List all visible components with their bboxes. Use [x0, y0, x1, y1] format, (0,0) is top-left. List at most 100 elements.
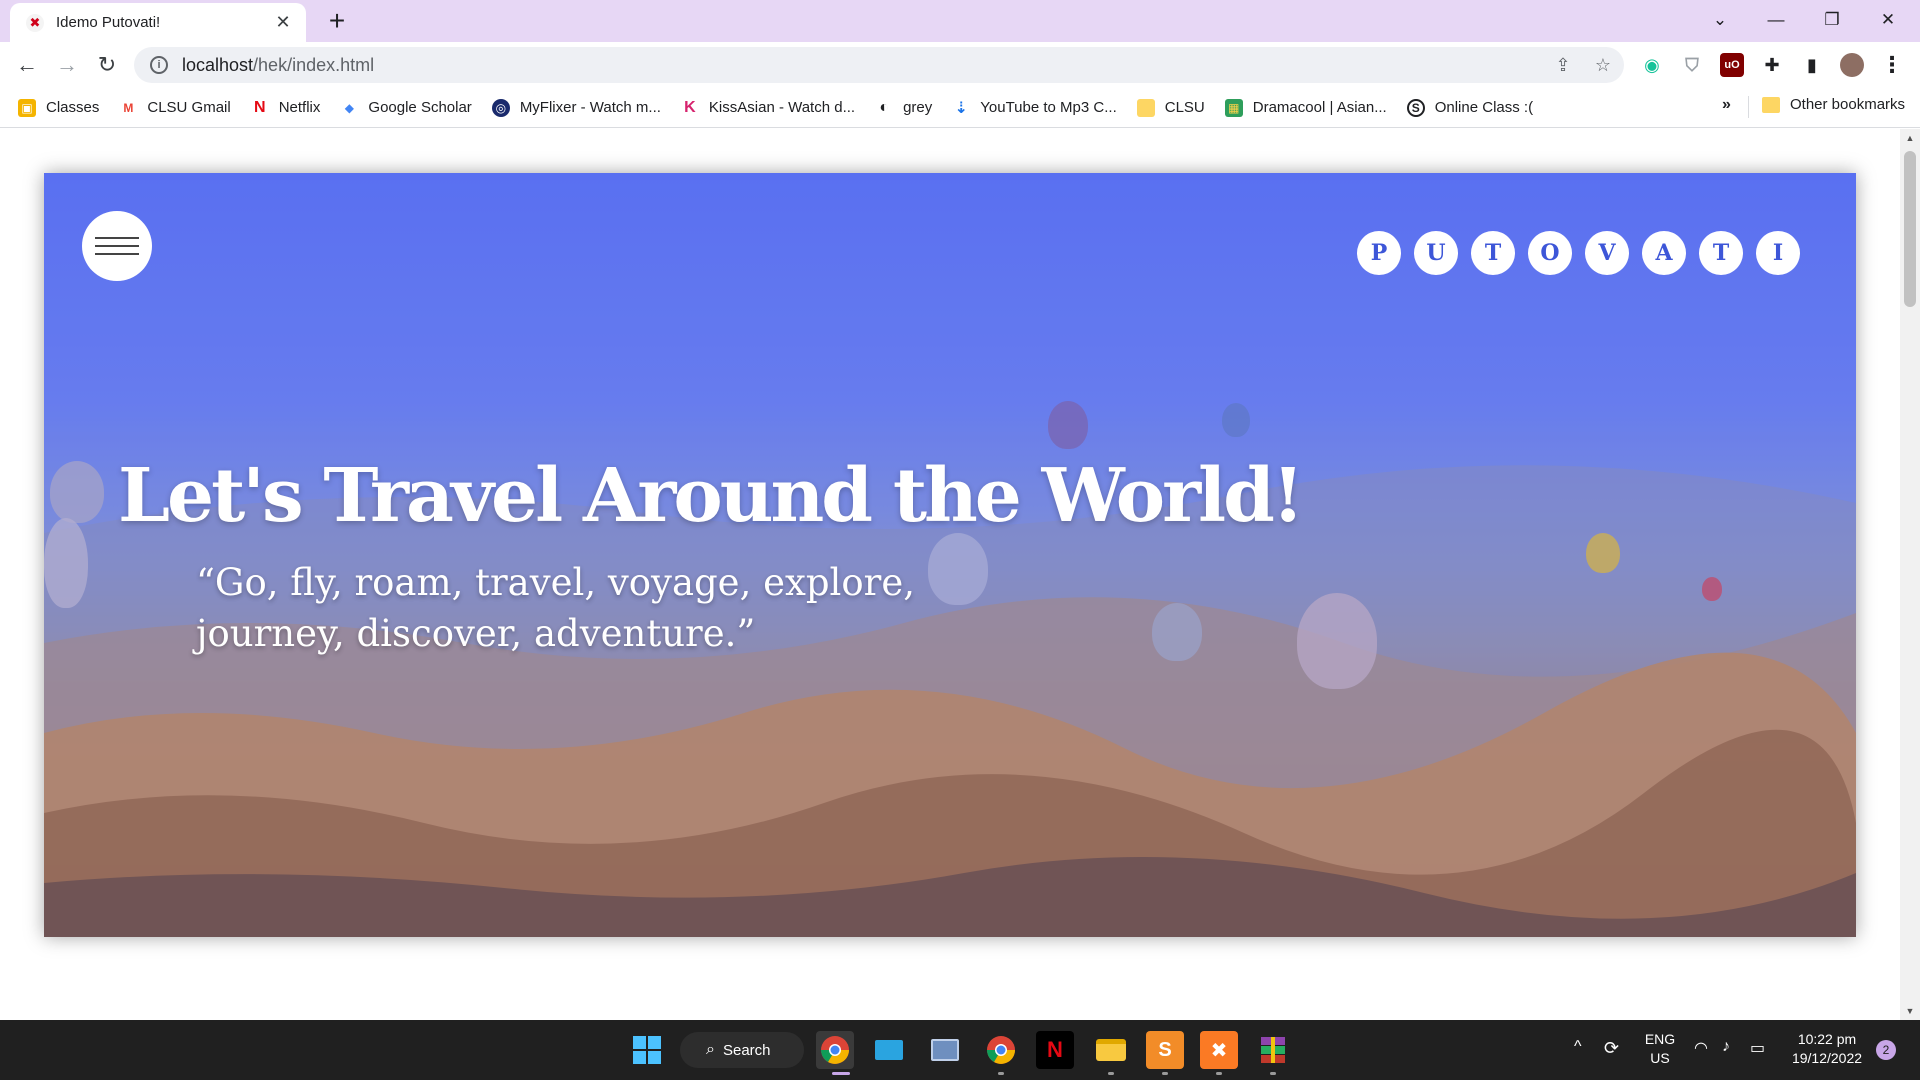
clock[interactable]: 10:22 pm 19/12/2022	[1782, 1030, 1872, 1068]
bookmark-netflix[interactable]: N Netflix	[251, 98, 321, 117]
dramacool-icon: ▦	[1224, 98, 1243, 117]
other-bookmarks-folder[interactable]: Other bookmarks	[1762, 96, 1905, 113]
logo-letter: T	[1471, 231, 1515, 275]
profile-avatar[interactable]	[1840, 53, 1864, 77]
scroll-up-arrow-icon[interactable]: ▲	[1900, 133, 1920, 143]
site-favicon-icon: ✖	[26, 13, 44, 32]
share-icon[interactable]: ⇪	[1552, 55, 1574, 76]
winrar-app-icon[interactable]	[1254, 1031, 1292, 1069]
address-bar[interactable]: i localhost/hek/index.html ⇪ ☆	[134, 47, 1624, 83]
gmail-icon: M	[123, 100, 134, 115]
grammarly-extension-icon[interactable]: ◉	[1640, 53, 1664, 77]
chrome-profile-app-icon[interactable]	[816, 1031, 854, 1069]
url-text[interactable]: localhost/hek/index.html	[182, 55, 374, 76]
taskbar-search-label: Search	[722, 1041, 771, 1059]
bookmark-label: Classes	[46, 99, 100, 116]
bookmark-label: CLSU	[1164, 99, 1205, 116]
minimize-window-button[interactable]: —	[1748, 0, 1804, 40]
close-window-button[interactable]: ✕	[1860, 0, 1916, 40]
hero-title: Let's Travel Around the World!	[118, 453, 1304, 539]
app-running-indicator	[1162, 1072, 1168, 1075]
myflixer-icon: ◎	[491, 98, 510, 117]
tab-title: Idemo Putovati!	[56, 14, 161, 31]
bookmark-google-scholar[interactable]: ◆ Google Scholar	[340, 99, 472, 117]
bookmark-clsu-folder[interactable]: CLSU	[1136, 98, 1205, 117]
site-logo[interactable]: P U T O V A T I	[1357, 231, 1800, 275]
chrome-app-icon[interactable]	[982, 1031, 1020, 1069]
bookmark-label: Dramacool | Asian...	[1252, 99, 1387, 116]
app-running-indicator	[1108, 1072, 1114, 1075]
hot-air-balloon-image	[1048, 401, 1088, 449]
remote-desktop-app-icon[interactable]	[926, 1031, 964, 1069]
language-indicator[interactable]: ENG US	[1640, 1030, 1680, 1068]
folder-icon	[1762, 96, 1780, 113]
hot-air-balloon-image	[1222, 403, 1250, 437]
desktop-app-icon[interactable]	[870, 1031, 908, 1069]
windows-taskbar: ⌕ Search N S ✖ ^ ⟳ ENG US ◠ ♪ ▭ 10:22 pm…	[0, 1020, 1920, 1080]
language-code: ENG	[1644, 1031, 1676, 1047]
site-info-icon[interactable]: i	[150, 56, 168, 74]
side-panel-icon[interactable]: ▮	[1800, 53, 1824, 77]
ublock-extension-icon[interactable]: uO	[1720, 53, 1744, 77]
bookmark-youtube-mp3[interactable]: ⇣ YouTube to Mp3 C...	[952, 99, 1117, 117]
bookmark-kissasian[interactable]: K KissAsian - Watch d...	[681, 99, 855, 117]
sync-icon[interactable]: ⟳	[1604, 1038, 1619, 1059]
browser-tab-active[interactable]: ✖ Idemo Putovati! ✕	[10, 3, 306, 42]
xampp-app-icon[interactable]: ✖	[1200, 1031, 1238, 1069]
netflix-app-icon[interactable]: N	[1036, 1031, 1074, 1069]
bookmark-label: grey	[903, 99, 933, 116]
globe-icon: ◐	[879, 98, 889, 116]
download-cloud-icon: ⇣	[954, 99, 968, 117]
battery-icon[interactable]: ▭	[1750, 1038, 1765, 1058]
bookmark-label: Netflix	[278, 99, 321, 116]
taskbar-search-button[interactable]: ⌕ Search	[680, 1032, 804, 1068]
restore-window-button[interactable]: ❐	[1804, 0, 1860, 40]
bookmarks-divider	[1748, 96, 1749, 118]
tab-close-icon[interactable]: ✕	[272, 12, 294, 33]
skype-icon: S	[1406, 98, 1425, 117]
bookmark-grey[interactable]: ◐ grey	[875, 99, 932, 117]
show-hidden-icons-chevron-icon[interactable]: ^	[1574, 1038, 1582, 1056]
sublime-text-app-icon[interactable]: S	[1146, 1031, 1184, 1069]
more-bookmarks-chevron-icon[interactable]: »	[1722, 96, 1731, 114]
notification-badge[interactable]: 2	[1876, 1040, 1896, 1060]
hot-air-balloon-image	[1586, 533, 1620, 573]
bookmark-clsu-gmail[interactable]: M CLSU Gmail	[119, 99, 230, 117]
back-icon[interactable]: ←	[10, 48, 44, 82]
scroll-down-arrow-icon[interactable]: ▼	[1900, 1006, 1920, 1016]
volume-icon[interactable]: ♪	[1722, 1038, 1730, 1056]
bookmark-dramacool[interactable]: ▦ Dramacool | Asian...	[1224, 98, 1387, 117]
hamburger-menu-button[interactable]	[82, 211, 152, 281]
bookmark-classes[interactable]: ▣ Classes	[18, 98, 100, 117]
bookmark-star-icon[interactable]: ☆	[1592, 55, 1614, 76]
scrollbar-thumb[interactable]	[1904, 151, 1916, 307]
wifi-icon[interactable]: ◠	[1694, 1038, 1708, 1058]
bookmark-label: Google Scholar	[368, 99, 472, 116]
hot-air-balloon-image	[1152, 603, 1202, 661]
file-explorer-app-icon[interactable]	[1092, 1031, 1130, 1069]
logo-letter: T	[1699, 231, 1743, 275]
page-viewport: P U T O V A T I Let's Travel Around the …	[0, 129, 1900, 1020]
page-scrollbar[interactable]: ▲ ▼	[1900, 129, 1920, 1020]
start-windows-icon[interactable]	[628, 1031, 666, 1069]
forward-icon[interactable]: →	[50, 48, 84, 82]
tab-search-chevron-icon[interactable]: ⌄	[1692, 0, 1748, 40]
active-app-indicator	[832, 1072, 850, 1075]
menu-line	[95, 245, 139, 247]
bookmark-myflixer[interactable]: ◎ MyFlixer - Watch m...	[491, 98, 661, 117]
netflix-icon: N	[253, 98, 266, 116]
browser-tab-strip: ✖ Idemo Putovati! ✕ + ⌄ — ❐ ✕	[0, 0, 1920, 42]
new-tab-button[interactable]: +	[322, 6, 352, 36]
bookmark-label: YouTube to Mp3 C...	[980, 99, 1117, 116]
bookmark-label: CLSU Gmail	[147, 99, 231, 116]
shield-extension-icon[interactable]: ⛉	[1680, 53, 1704, 77]
folder-icon	[1136, 98, 1155, 117]
extensions-puzzle-icon[interactable]: ✚	[1760, 53, 1784, 77]
reload-icon[interactable]: ↻	[90, 48, 124, 82]
hero-quote: “Go, fly, roam, travel, voyage, explore,…	[196, 561, 916, 655]
bookmark-label: KissAsian - Watch d...	[708, 99, 856, 116]
browser-menu-icon[interactable]: ⋮	[1880, 52, 1904, 77]
hot-air-balloon-image	[1297, 593, 1377, 689]
clock-time: 10:22 pm	[1797, 1031, 1857, 1047]
bookmark-online-class[interactable]: S Online Class :(	[1406, 98, 1533, 117]
